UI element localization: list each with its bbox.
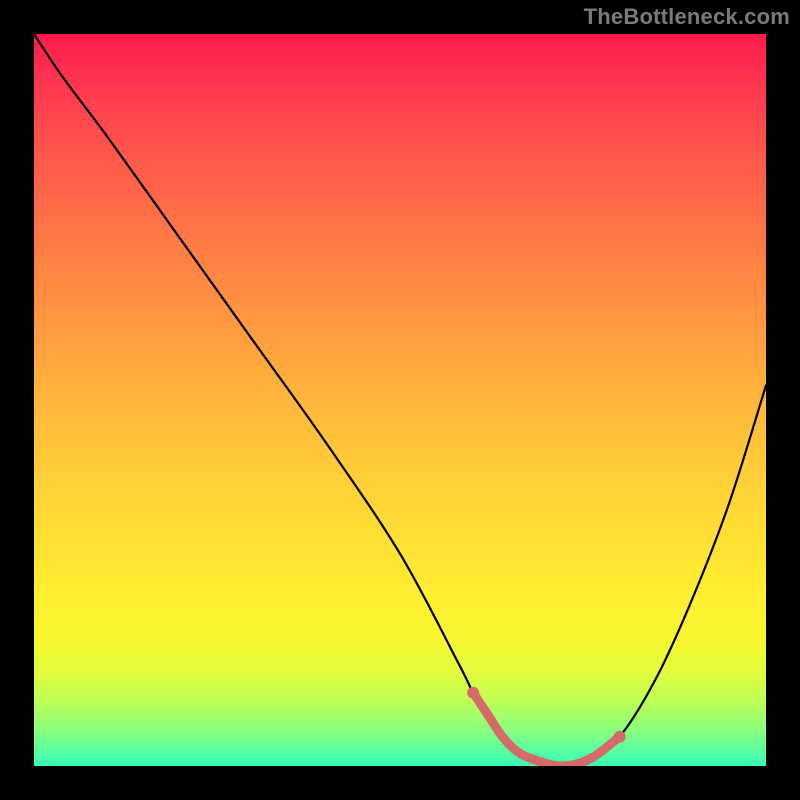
bottleneck-curve (34, 34, 766, 766)
watermark-label: TheBottleneck.com (584, 4, 790, 30)
chart-frame: TheBottleneck.com (0, 0, 800, 800)
optimal-range-segment (473, 693, 619, 766)
curve-svg (34, 34, 766, 766)
plot-area (34, 34, 766, 766)
optimal-range-dot-right (614, 731, 626, 743)
optimal-range-dot-left (467, 687, 479, 699)
